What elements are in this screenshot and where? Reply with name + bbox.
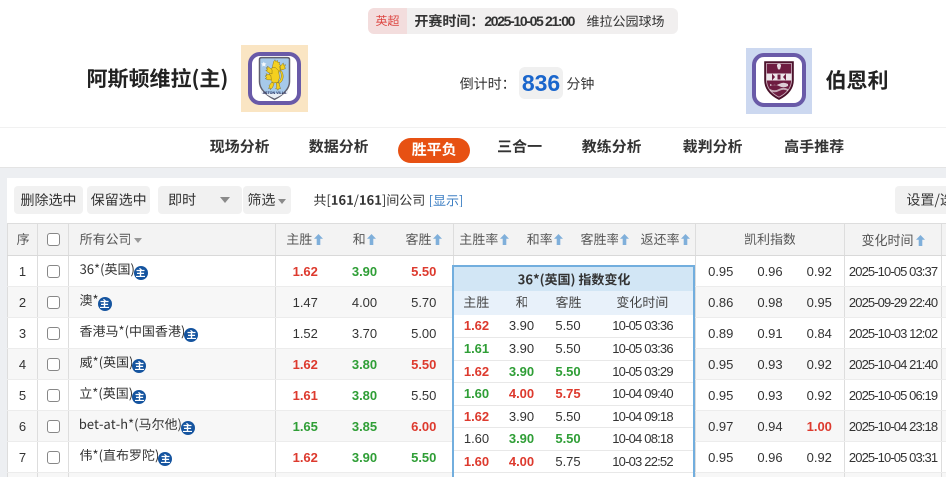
svg-text:ASTON VILLA: ASTON VILLA [262,91,286,95]
